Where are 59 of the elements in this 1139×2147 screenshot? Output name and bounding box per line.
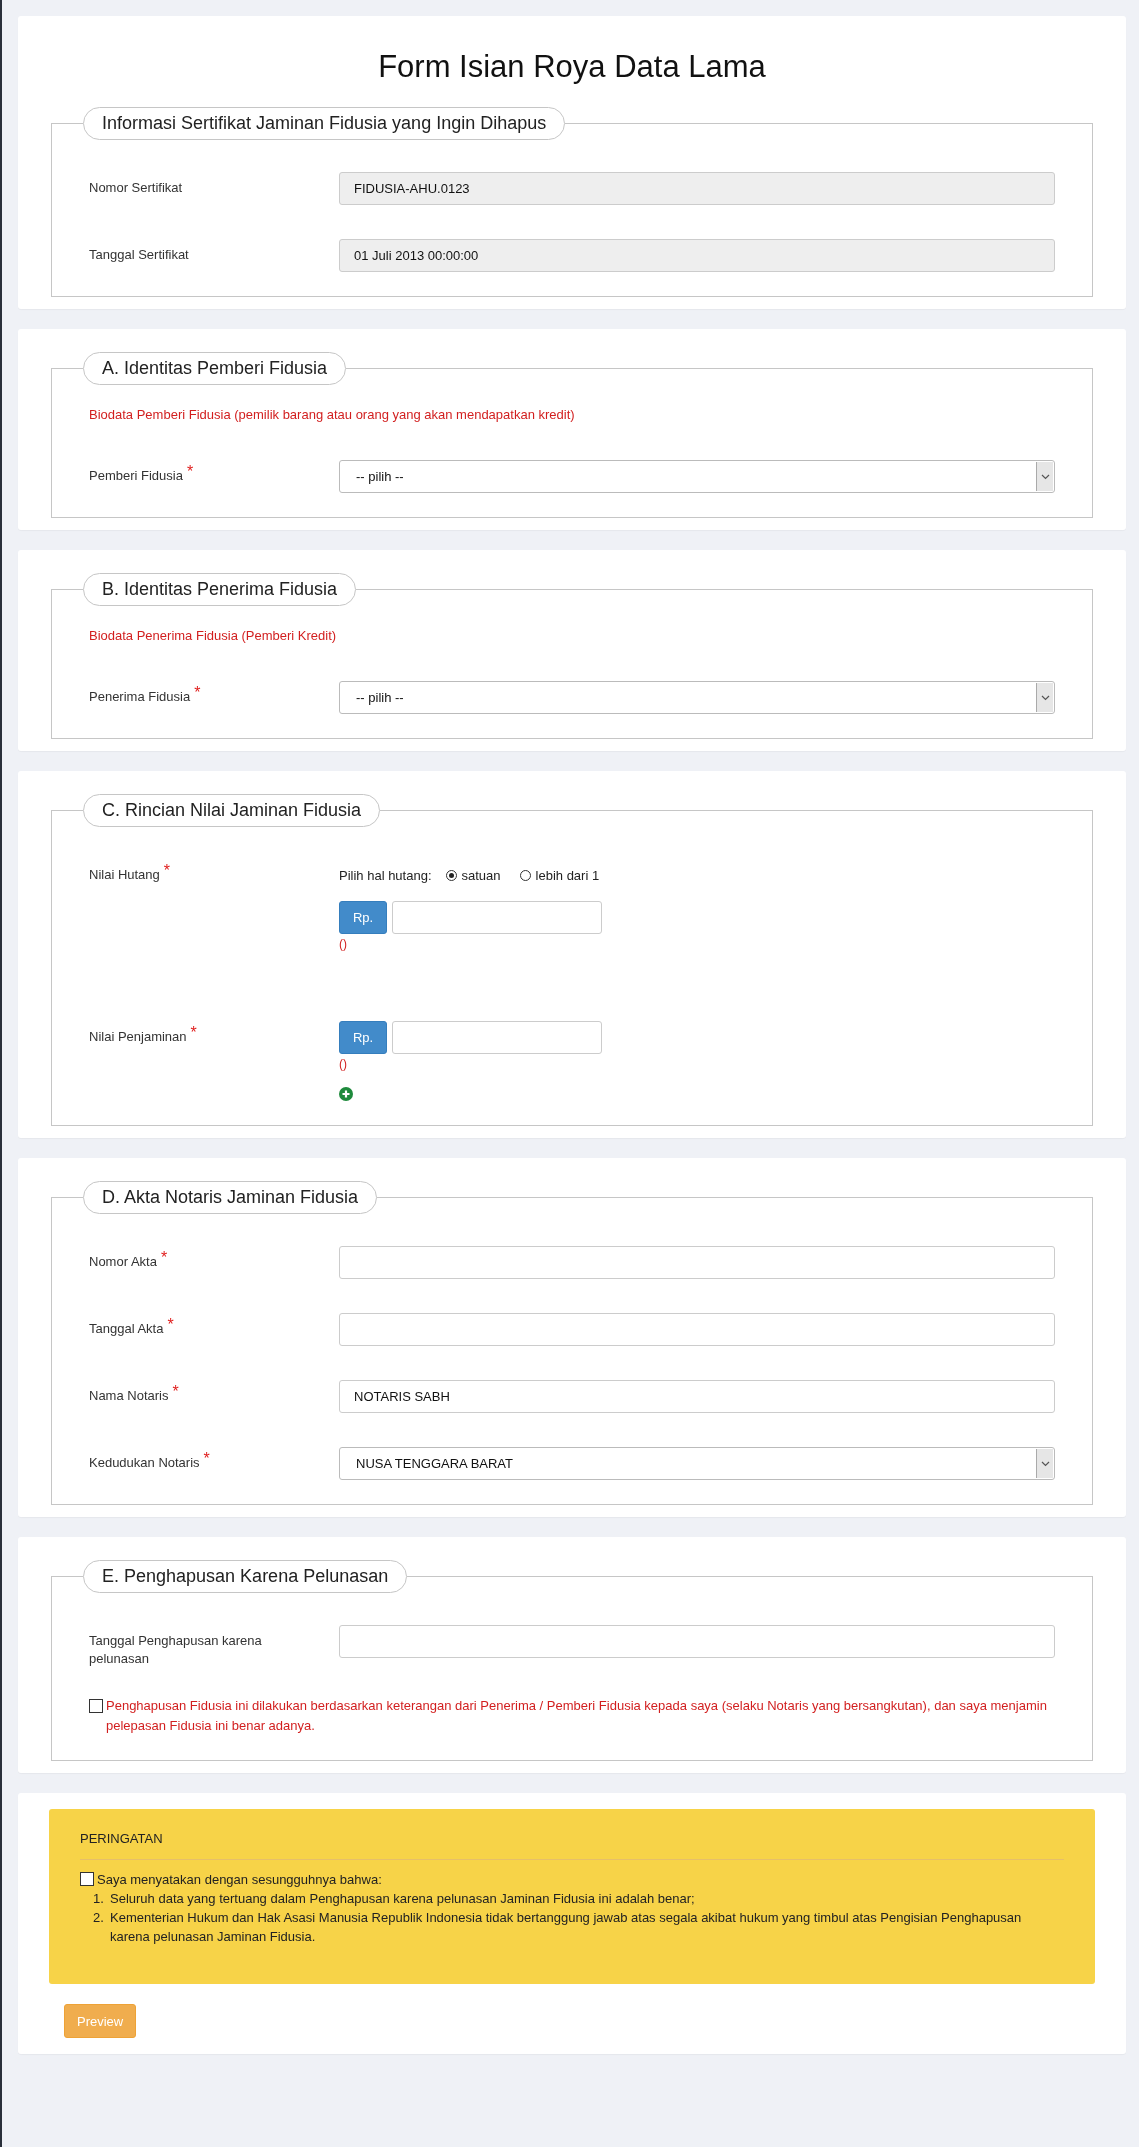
field-label: Nilai Penjaminan [89, 1028, 187, 1046]
text-field[interactable]: NOTARIS SABH [339, 1380, 1055, 1413]
required-mark: * [186, 463, 194, 480]
amount-hint: () [339, 1057, 348, 1071]
checkbox[interactable] [89, 1699, 103, 1713]
required-mark: * [163, 862, 171, 879]
section-note: Biodata Penerima Fidusia (Pemberi Kredit) [89, 628, 338, 643]
text-field[interactable]: 01 Juli 2013 00:00:00 [339, 239, 1055, 272]
list-number: 2. [93, 1909, 105, 1927]
field-label: Penerima Fidusia [89, 688, 191, 706]
list-number: 1. [93, 1890, 105, 1908]
required-mark: * [203, 1450, 210, 1467]
required-mark: * [160, 1249, 168, 1266]
chevron-down-icon [1040, 1460, 1050, 1467]
checkbox[interactable] [80, 1872, 94, 1886]
field-label: Tanggal Sertifikat [89, 246, 189, 264]
section-legend: A. Identitas Pemberi Fidusia [83, 352, 347, 385]
statement-text: Penghapusan Fidusia ini dilakukan berdasarkan keterangan dari Penerima / Pemberi Fidusia kepada saya (selaku Notaris yang bersangkutan), dan saya menjamin pelepasan Fidusia ini benar adanya. [106, 1697, 1048, 1735]
warning-item: Seluruh data yang tertuang dalam Penghapusan karena pelunasan Jaminan Fidusia ini adalah benar; [110, 1890, 695, 1908]
warning-item: Kementerian Hukum dan Hak Asasi Manusia Republik Indonesia tidak bertanggung jawab atas segala akibat hukum yang timbul atas Pengisian Penghapusan karena pelunasan Jaminan Fidusia. [110, 1909, 1023, 1946]
section-legend: E. Penghapusan Karena Pelunasan [83, 1560, 408, 1593]
field-label: Tanggal Penghapusan karena pelunasan [89, 1632, 263, 1668]
field-label: Kedudukan Notaris [89, 1454, 200, 1472]
text-field[interactable] [339, 1246, 1055, 1279]
chevron-down-icon [1040, 473, 1050, 480]
radio-prompt: Pilih hal hutang: [339, 868, 432, 883]
warning-statement: Saya menyatakan dengan sesungguhnya bahwa: [97, 1871, 382, 1889]
currency-button[interactable]: Rp. [339, 1021, 387, 1054]
required-mark: * [190, 1024, 197, 1041]
field-label: Nilai Hutang [89, 866, 160, 884]
select-field[interactable]: -- pilih -- [339, 681, 1055, 714]
amount-field[interactable] [392, 1021, 602, 1054]
chevron-down-icon [1040, 694, 1050, 701]
field-label: Nomor Sertifikat [89, 179, 183, 197]
page-title: Form Isian Roya Data Lama [377, 49, 767, 85]
section-legend: Informasi Sertifikat Jaminan Fidusia yang Ingin Dihapus [83, 107, 566, 140]
text-field[interactable] [339, 1625, 1055, 1658]
required-mark: * [194, 684, 201, 701]
add-icon[interactable] [339, 1087, 353, 1101]
radio-option[interactable]: lebih dari 1 [519, 868, 600, 883]
field-label: Nama Notaris [89, 1387, 169, 1405]
text-field[interactable] [339, 1313, 1055, 1346]
radio-option[interactable]: satuan [445, 868, 501, 883]
section-legend: D. Akta Notaris Jaminan Fidusia [83, 1181, 378, 1214]
section-note: Biodata Pemberi Fidusia (pemilik barang atau orang yang akan mendapatkan kredit) [89, 407, 576, 422]
select-field[interactable]: NUSA TENGGARA BARAT [339, 1447, 1055, 1480]
warning-title: PERINGATAN [80, 1830, 164, 1848]
section-legend: B. Identitas Penerima Fidusia [83, 573, 357, 606]
field-label: Pemberi Fidusia [89, 467, 183, 485]
amount-field[interactable] [392, 901, 602, 934]
section-legend: C. Rincian Nilai Jaminan Fidusia [83, 794, 381, 827]
select-field[interactable]: -- pilih -- [339, 460, 1055, 493]
currency-button[interactable]: Rp. [339, 901, 387, 934]
required-mark: * [172, 1383, 179, 1400]
text-field[interactable]: FIDUSIA-AHU.0123 [339, 172, 1055, 205]
field-label: Nomor Akta [89, 1253, 157, 1271]
field-label: Tanggal Akta [89, 1320, 164, 1338]
amount-hint: () [339, 937, 348, 951]
required-mark: * [167, 1316, 174, 1333]
